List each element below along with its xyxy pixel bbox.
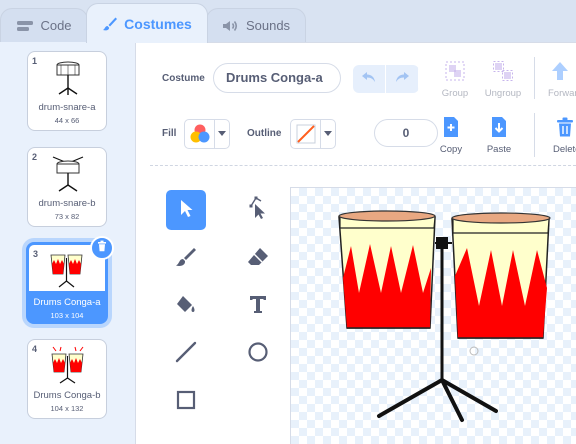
chevron-down-icon [321,120,335,148]
redo-icon [394,70,410,88]
tab-sounds[interactable]: Sounds [206,8,306,42]
paste-label: Paste [486,144,512,155]
conga-drums-drawing[interactable] [291,188,576,444]
delete-button[interactable]: Delete [553,115,576,155]
tab-costumes-label: Costumes [124,15,192,32]
delete-costume-button[interactable] [90,236,114,260]
paste-button[interactable]: Paste [482,115,516,155]
select-tool[interactable] [166,190,206,230]
toolbar-separator [150,165,576,166]
paint-bucket-icon [175,293,197,320]
chevron-down-icon [215,120,229,148]
group-icon [443,59,467,83]
paint-editor: Costume Drums Conga-a Group Ungroup Forw… [136,42,576,444]
paint-canvas[interactable] [290,187,576,444]
square-icon [175,389,197,416]
costume-list: 1 drum-snare-a 44 x 66 2 drum-snare-b 73… [0,42,136,444]
tab-code-label: Code [40,18,72,33]
fill-tool[interactable] [166,286,206,326]
fill-label: Fill [162,128,177,139]
copy-label: Copy [439,144,463,155]
snare-drum-sticks-thumbnail [52,156,84,192]
costume-name-input[interactable]: Drums Conga-a [213,63,341,93]
costume-name: drum-snare-b [38,198,96,209]
tab-costumes[interactable]: Costumes [86,3,208,43]
outline-color-dropdown[interactable] [290,119,336,149]
outline-swatch [291,120,321,148]
costume-number: 2 [32,152,38,162]
trash-icon [96,239,108,257]
undo-redo-group [353,65,419,93]
conga-drums-thumbnail [50,254,83,288]
reshape-tool[interactable] [238,190,278,230]
costume-name-label: Costume [162,73,205,84]
costume-name: drum-snare-a [38,102,96,113]
redo-button[interactable] [386,65,419,93]
text-tool[interactable] [238,286,278,326]
brush-tool[interactable] [166,239,206,279]
conga-drums-hit-thumbnail [51,346,84,384]
group-label: Group [441,88,469,99]
copy-icon [439,115,463,139]
fill-swatch [185,120,215,148]
costume-size: 103 x 104 [50,311,84,320]
rectangle-tool[interactable] [166,382,206,422]
eraser-tool[interactable] [238,239,278,279]
delete-label: Delete [553,144,576,155]
brush-icon [175,246,197,273]
reshape-icon [247,196,269,225]
circle-tool[interactable] [238,334,278,374]
costume-name: Drums Conga-a [33,297,101,308]
costume-item[interactable]: 2 drum-snare-b 73 x 82 [27,147,107,227]
trash-icon [553,115,576,139]
line-tool[interactable] [166,334,206,374]
editor-tab-bar: Code Costumes Sounds [0,0,576,43]
circle-icon [247,341,269,368]
toolbar-divider [534,57,535,99]
costume-number: 4 [32,344,38,354]
outline-width-input[interactable]: 0 [374,119,438,147]
paste-icon [487,115,511,139]
forward-button[interactable]: Forward [548,59,576,99]
toolbar-divider [534,113,535,157]
forward-label: Forward [548,88,576,99]
costume-size: 73 x 82 [54,212,80,221]
costume-size: 104 x 132 [50,404,84,413]
tab-code[interactable]: Code [0,8,88,42]
tab-sounds-label: Sounds [245,18,291,33]
code-icon [16,19,34,33]
copy-button[interactable]: Copy [436,115,466,155]
costume-number: 3 [33,249,39,259]
group-button[interactable]: Group [439,59,471,99]
arrow-cursor-icon [177,198,195,223]
costume-item[interactable]: 1 drum-snare-a 44 x 66 [27,51,107,131]
ungroup-button[interactable]: Ungroup [483,59,523,99]
ungroup-icon [491,59,515,83]
costume-number: 1 [32,56,38,66]
eraser-icon [247,246,269,273]
ungroup-label: Ungroup [484,88,522,99]
line-icon [175,341,197,368]
arrow-up-icon [548,59,572,83]
speaker-icon [222,19,240,33]
outline-label: Outline [247,128,282,139]
mixed-colors-icon [190,124,209,143]
fill-color-dropdown[interactable] [184,119,230,149]
brush-icon [102,16,118,32]
snare-drum-thumbnail [56,61,80,95]
costume-item[interactable]: 4 Drums Conga-b 104 x 132 [27,339,107,419]
costume-name: Drums Conga-b [33,390,101,401]
undo-icon [361,70,377,88]
costume-item-selected[interactable]: 3 Drums Conga-a 103 x 104 [26,236,114,324]
text-icon [248,294,268,319]
no-outline-icon [296,124,315,144]
undo-button[interactable] [353,65,386,93]
costume-size: 44 x 66 [54,116,80,125]
